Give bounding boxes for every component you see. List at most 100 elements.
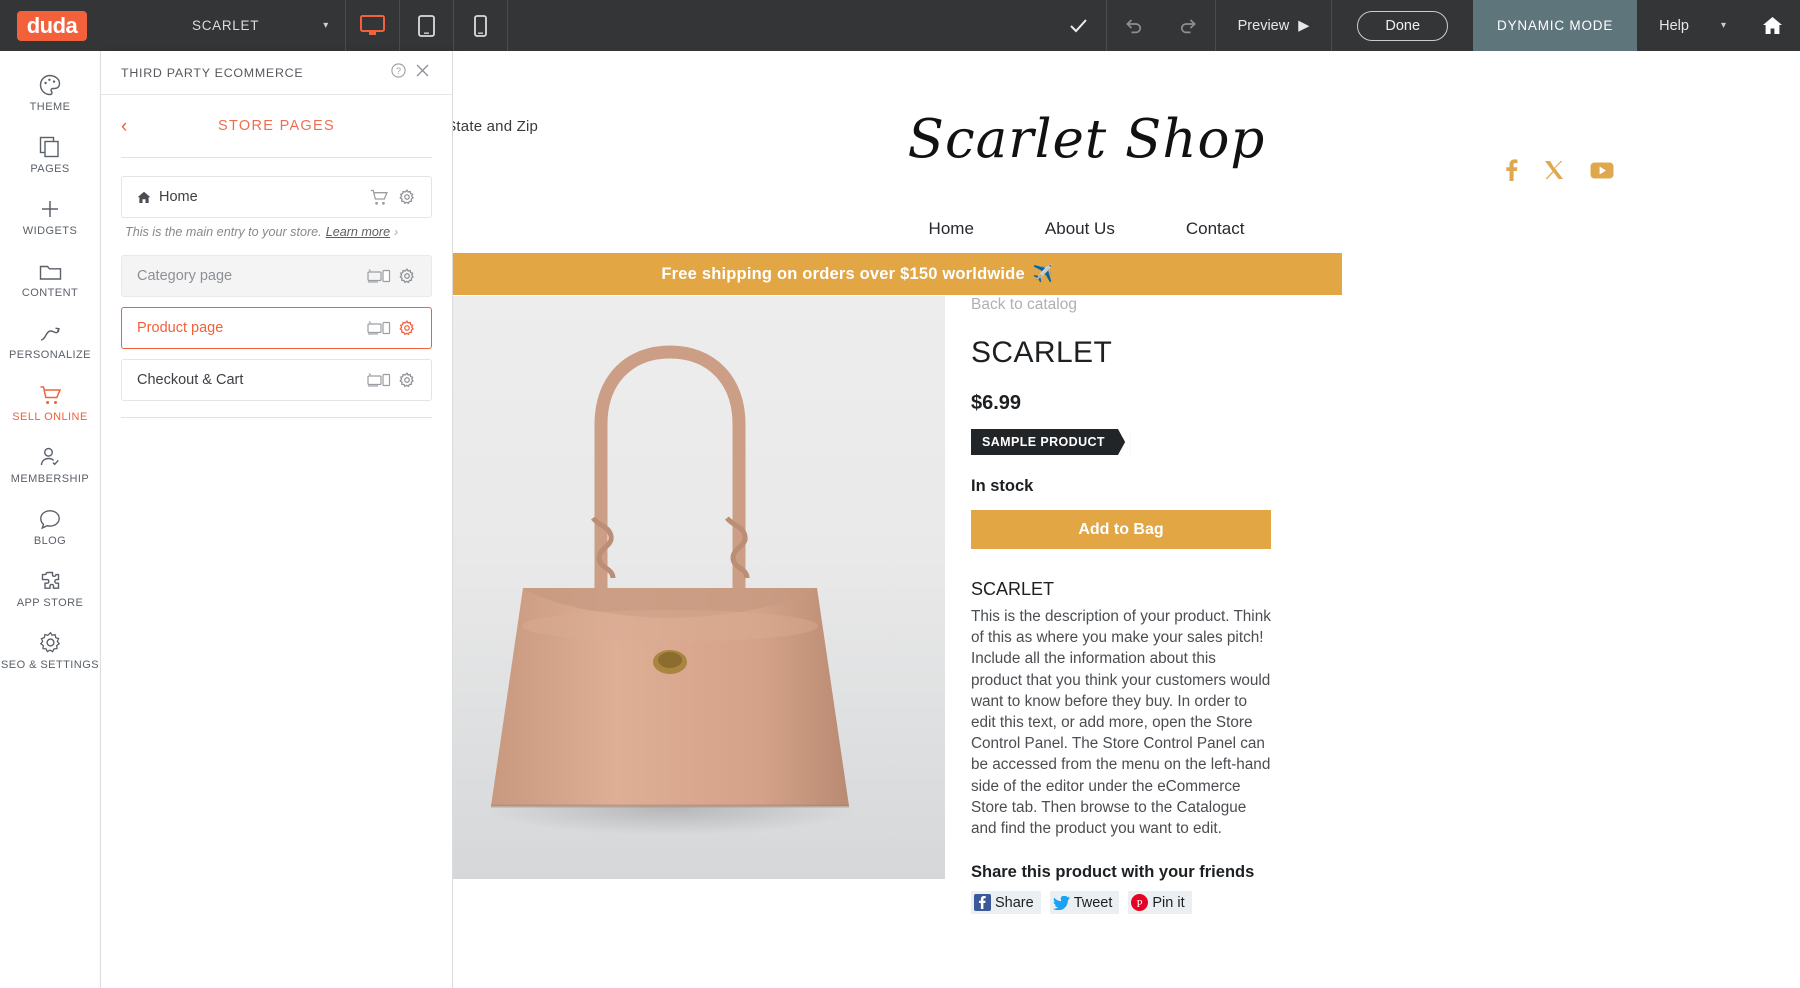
responsive-devices-icon [364,320,394,336]
undo-button[interactable] [1107,0,1161,51]
question-circle-icon[interactable]: ? [386,62,410,83]
sidebar-item-label: THEME [29,100,71,113]
close-icon[interactable] [410,64,434,82]
sidebar-item-label: SEO & SETTINGS [1,658,99,671]
responsive-devices-icon [364,268,394,284]
store-page-label: Checkout & Cart [137,372,244,388]
device-desktop-button[interactable] [346,0,399,51]
site-nav-contact[interactable]: Contact [1186,219,1245,239]
sidebar-item-personalize[interactable]: PERSONALIZE [0,309,100,371]
left-rail: THEME PAGES WIDGETS CONTENT PERSONALIZE … [0,51,101,988]
preview-button[interactable]: Preview ▶ [1216,0,1332,51]
cart-icon [39,382,62,406]
store-page-row-category[interactable]: Category page [121,255,432,297]
social-links [1506,159,1614,186]
product-title: SCARLET [971,336,1113,369]
responsive-devices-icon [364,372,394,388]
sidebar-item-label: PERSONALIZE [9,348,91,361]
sidebar-item-blog[interactable]: BLOG [0,495,100,557]
store-page-label: Home [159,189,198,205]
product-description-title: SCARLET [971,579,1055,599]
help-label: Help [1659,17,1689,34]
store-page-label: Product page [137,320,224,336]
site-navigation: Home About Us Contact [453,219,1800,239]
preview-label: Preview [1237,17,1290,34]
share-facebook-button[interactable]: Share [971,891,1041,915]
promo-banner: Free shipping on orders over $150 worldw… [453,253,1342,295]
sidebar-item-pages[interactable]: PAGES [0,123,100,185]
learn-more-link[interactable]: Learn more [326,225,390,239]
gear-icon [39,630,62,654]
redo-button[interactable] [1161,0,1215,51]
play-icon: ▶ [1298,17,1310,34]
sidebar-item-content[interactable]: CONTENT [0,247,100,309]
store-page-settings-gear-icon[interactable] [394,189,420,205]
help-button[interactable]: Help ▾ [1637,0,1744,51]
promo-text: Free shipping on orders over $150 worldw… [661,264,1025,283]
puzzle-icon [39,568,62,592]
branch-icon [39,320,62,344]
home-note-text: This is the main entry to your store. [125,225,322,239]
sidebar-item-label: CONTENT [21,286,79,299]
store-page-row-home[interactable]: Home [121,176,432,218]
sidebar-item-membership[interactable]: MEMBERSHIP [0,433,100,495]
store-pages-list: Home This is the main entry to your stor… [101,158,452,418]
sidebar-item-seo-settings[interactable]: SEO & SETTINGS [0,619,100,681]
share-label: Share [995,894,1034,911]
back-to-catalog-link[interactable]: Back to catalog [971,296,1271,314]
site-selector[interactable]: SCARLET ▾ [170,0,345,51]
home-page-note: This is the main entry to your store. Le… [125,225,432,239]
site-content: ity, State and Zip Scarlet Shop Home Abo… [453,51,1800,988]
site-name-label: SCARLET [192,18,260,33]
sidebar-item-theme[interactable]: THEME [0,61,100,123]
sidebar-item-label: PAGES [30,162,70,175]
device-tablet-button[interactable] [400,0,453,51]
svg-text:P: P [1137,898,1143,909]
site-nav-home[interactable]: Home [929,219,974,239]
chevron-right-icon: › [394,225,399,239]
x-twitter-icon[interactable] [1544,160,1564,185]
home-icon[interactable] [1744,0,1800,51]
product-image[interactable] [453,296,945,879]
pinterest-icon: P [1131,894,1149,912]
product-price: $6.99 [971,392,1022,414]
dynamic-mode-button[interactable]: DYNAMIC MODE [1473,0,1638,51]
youtube-icon[interactable] [1590,162,1614,184]
facebook-icon [974,894,991,912]
save-checkmark-button[interactable] [1052,0,1106,51]
store-page-row-product[interactable]: Product page [121,307,432,349]
store-page-settings-gear-icon[interactable] [394,320,420,336]
cart-icon [364,189,394,206]
store-pages-title: STORE PAGES [218,118,335,134]
sidebar-item-widgets[interactable]: WIDGETS [0,185,100,247]
product-description-body: This is the description of your product.… [971,608,1271,838]
chevron-down-icon: ▾ [1720,20,1726,31]
share-twitter-button[interactable]: Tweet [1049,891,1120,915]
share-buttons: Share Tweet P Pin it [971,891,1271,915]
user-check-icon [39,444,62,468]
add-to-bag-button[interactable]: Add to Bag [971,510,1271,549]
share-pinterest-button[interactable]: P Pin it [1128,891,1192,915]
editor-top-bar: duda SCARLET ▾ Preview ▶ Done DYNAMIC MO… [0,0,1800,51]
done-button[interactable]: Done [1357,10,1449,41]
folder-icon [39,258,62,282]
duda-logo[interactable]: duda [17,10,87,41]
panel-title: THIRD PARTY ECOMMERCE [121,65,304,80]
sidebar-item-label: MEMBERSHIP [10,472,90,485]
store-page-row-checkout-cart[interactable]: Checkout & Cart [121,359,432,401]
site-nav-about-us[interactable]: About Us [1045,219,1115,239]
panel-subheader: ‹ STORE PAGES [101,95,452,157]
palette-icon [39,72,61,96]
facebook-icon[interactable] [1506,159,1518,186]
pages-icon [39,134,61,158]
device-mobile-button[interactable] [454,0,507,51]
chevron-left-icon[interactable]: ‹ [121,117,141,136]
product-info: Back to catalog SCARLET $6.99 SAMPLE PRO… [971,296,1271,915]
store-page-settings-gear-icon[interactable] [394,372,420,388]
sidebar-item-label: WIDGETS [22,224,78,237]
home-icon [137,191,159,204]
store-page-settings-gear-icon[interactable] [394,268,420,284]
sidebar-item-app-store[interactable]: APP STORE [0,557,100,619]
sidebar-item-sell-online[interactable]: SELL ONLINE [0,371,100,433]
divider [507,0,508,51]
